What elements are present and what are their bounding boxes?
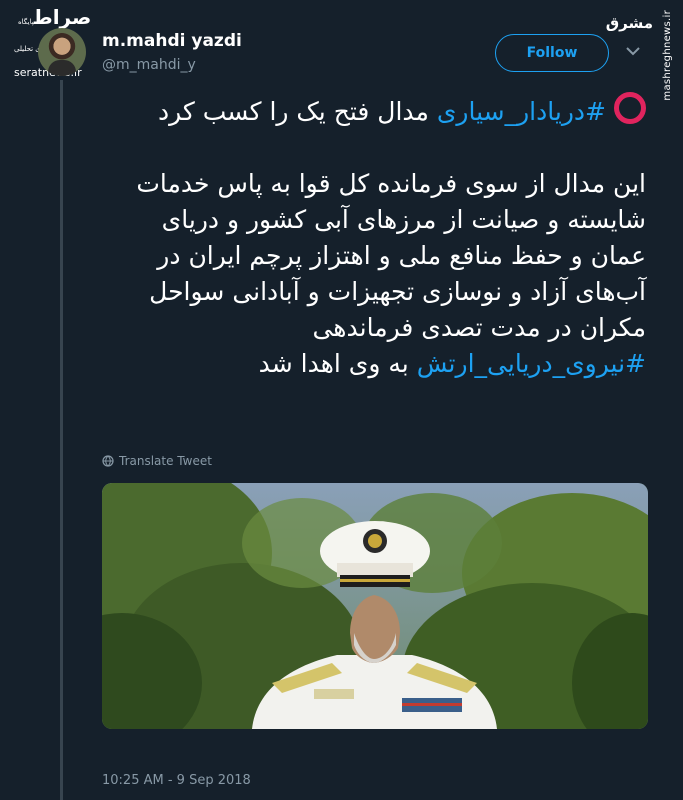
tweet-photo[interactable] xyxy=(102,483,648,729)
avatar[interactable] xyxy=(38,28,86,76)
chevron-down-icon[interactable] xyxy=(626,46,640,56)
red-circle-icon xyxy=(614,92,646,124)
admiral-photo xyxy=(102,483,648,729)
body-text-2: به وی اهدا شد xyxy=(258,349,417,378)
author-handle[interactable]: @m_mahdi_y xyxy=(102,57,196,73)
translate-label[interactable]: Translate Tweet xyxy=(119,454,212,468)
hashtag-link[interactable]: #نیروی_دریایی_ارتش xyxy=(417,349,646,378)
mashregh-logo: مشرق xyxy=(605,14,653,32)
tweet-body: این مدال از سوی فرمانده کل قوا به پاس خد… xyxy=(100,166,646,382)
author-display-name[interactable]: m.mahdi yazdi xyxy=(102,31,242,51)
tweet-timestamp[interactable]: 10:25 AM - 9 Sep 2018 xyxy=(102,773,251,788)
tweet-headline: #دریادار_سیاری مدال فتح یک را کسب کرد xyxy=(100,92,646,130)
hashtag-link[interactable]: #دریادار_سیاری xyxy=(437,97,606,126)
body-text-1: این مدال از سوی فرمانده کل قوا به پاس خد… xyxy=(136,169,646,342)
translate-tweet-link[interactable]: Translate Tweet xyxy=(102,454,212,468)
tweet-text: #دریادار_سیاری مدال فتح یک را کسب کرد ای… xyxy=(100,92,646,382)
follow-button[interactable]: Follow xyxy=(495,34,609,72)
headline-text: مدال فتح یک را کسب کرد xyxy=(157,97,437,126)
mashregh-site: mashreghnews.ir xyxy=(662,10,673,101)
globe-icon xyxy=(102,455,114,467)
thread-line xyxy=(60,80,63,800)
